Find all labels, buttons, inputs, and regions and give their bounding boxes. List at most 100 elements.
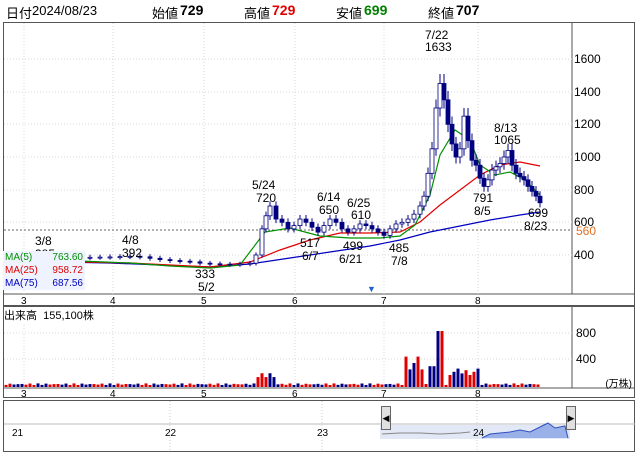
volume-bar — [520, 383, 524, 387]
volume-bar — [432, 366, 436, 387]
annotation-label: 610 — [351, 208, 371, 222]
volume-bar — [224, 383, 228, 387]
price-tick: 1200 — [574, 117, 601, 131]
candle-body — [493, 166, 499, 171]
candle-body — [485, 179, 491, 187]
volume-bar — [324, 383, 328, 387]
volume-bar — [196, 383, 200, 387]
candle-body — [445, 99, 451, 125]
volume-bar — [472, 371, 476, 387]
month-label: 3 — [21, 296, 27, 307]
candle-body — [393, 223, 399, 230]
candle-body — [529, 185, 535, 192]
candle-body — [513, 164, 519, 174]
volume-bar — [452, 371, 456, 387]
candle-body — [351, 228, 357, 233]
volume-bar — [12, 384, 16, 387]
navigator-right-handle[interactable]: ▶ — [566, 406, 576, 430]
candle-body — [187, 260, 193, 263]
volume-bar — [52, 384, 56, 387]
volume-bar — [60, 384, 64, 387]
volume-bar — [384, 384, 388, 387]
right-arrow-icon: ▶ — [567, 412, 575, 423]
month-labels: 3 4 5 6 7 8 — [21, 296, 481, 307]
volume-bar — [132, 384, 136, 387]
volume-bar — [232, 383, 236, 387]
candlesticks — [27, 74, 543, 267]
annotation-label: 5/2 — [198, 280, 215, 294]
volume-bar — [380, 384, 384, 387]
candle-body — [87, 256, 93, 259]
nav-year-label: 21 — [12, 428, 24, 439]
volume-bar — [216, 383, 220, 387]
navigator-left-handle[interactable]: ◀ — [381, 406, 391, 430]
volume-bar — [128, 384, 132, 387]
candle-body — [421, 195, 427, 207]
ma25-legend: MA(25) 958.72 — [3, 264, 85, 277]
candle-body — [107, 256, 113, 259]
candle-body — [97, 256, 103, 259]
candle-body — [237, 263, 243, 266]
volume-bar — [392, 384, 396, 387]
chart-svg: 1600 1400 1200 1000 800 600 400 560 3 4 … — [3, 22, 635, 451]
candle-body — [267, 205, 273, 217]
annotation-label: 720 — [256, 191, 276, 205]
candle-body — [449, 123, 455, 145]
candle-body — [469, 140, 475, 161]
volume-bar — [228, 384, 232, 387]
svg-text:6: 6 — [292, 389, 298, 400]
candle-body — [381, 231, 387, 236]
volume-bar — [468, 375, 472, 387]
volume-bar — [292, 384, 296, 387]
volume-bar — [184, 384, 188, 387]
volume-gridlines — [4, 332, 572, 360]
left-arrow-icon: ◀ — [382, 412, 390, 423]
volume-bar — [24, 384, 28, 387]
volume-bar — [220, 384, 224, 387]
volume-bar — [272, 377, 276, 387]
volume-bar — [208, 383, 212, 387]
candle-body — [417, 205, 423, 215]
svg-text:4: 4 — [110, 389, 116, 400]
candle-body — [453, 143, 459, 158]
volume-bar — [424, 384, 428, 387]
candle-body — [387, 228, 393, 236]
volume-bar — [524, 384, 528, 387]
candle-body — [481, 177, 487, 187]
volume-bar — [204, 384, 208, 387]
volume-bar — [92, 384, 96, 387]
volume-bar — [480, 384, 484, 387]
candle-body — [375, 228, 381, 233]
candle-body — [369, 225, 375, 230]
volume-bar — [336, 384, 340, 387]
volume-bar — [304, 383, 308, 387]
candle-body — [273, 205, 279, 220]
volume-bar — [264, 377, 268, 387]
volume-bar — [360, 383, 364, 387]
price-annotations: 3/8 385 4/8 392 333 5/2 5/24 720 517 6/7… — [35, 28, 548, 294]
volume-bar — [476, 368, 480, 387]
annotation-label: 499 — [343, 239, 363, 253]
volume-bar — [404, 356, 408, 387]
candle-body — [247, 262, 253, 265]
volume-bar — [68, 384, 72, 387]
candle-body — [259, 228, 265, 256]
volume-bar — [172, 383, 176, 387]
volume-bar — [252, 383, 256, 387]
volume-bar — [296, 383, 300, 387]
marker-triangle-icon: ▼ — [367, 284, 376, 294]
candle-body — [399, 221, 405, 225]
volume-bar — [40, 384, 44, 387]
candle-body — [253, 254, 259, 264]
volume-bar — [400, 384, 404, 387]
annotation-label: 3/8 — [35, 234, 52, 248]
volume-bar — [288, 383, 292, 387]
volume-bar — [148, 384, 152, 387]
annotation-label: 333 — [195, 267, 215, 281]
candle-body — [509, 150, 515, 166]
svg-text:5: 5 — [201, 389, 207, 400]
volume-bar — [500, 384, 504, 387]
volume-bar — [244, 383, 248, 387]
svg-text:3: 3 — [21, 389, 27, 400]
candle-body — [157, 257, 163, 260]
